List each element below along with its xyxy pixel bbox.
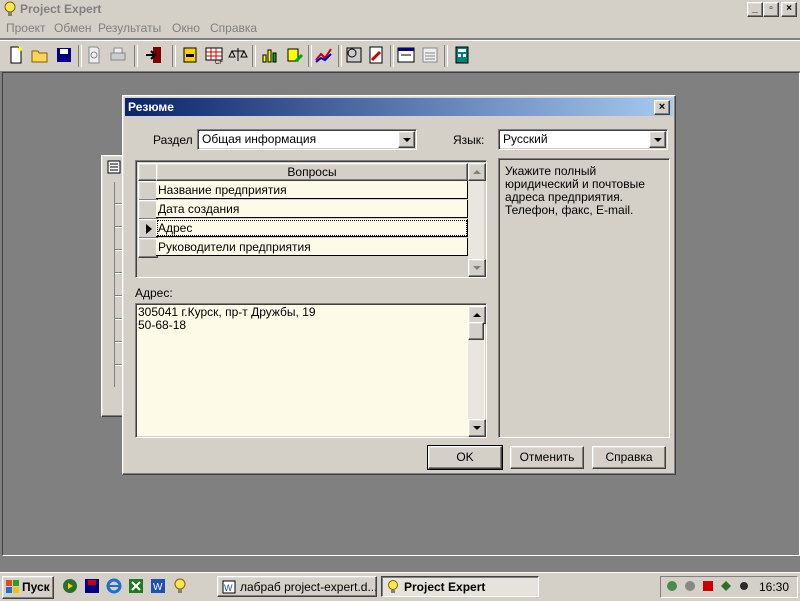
save-disk-icon[interactable] (84, 578, 100, 594)
answer-text: 305041 г.Курск, пр-т Дружбы, 19 50-68-18 (138, 305, 316, 332)
scroll-down-button[interactable] (468, 259, 486, 277)
menu-project[interactable]: Проект (6, 21, 46, 35)
word-icon[interactable]: W (150, 578, 166, 594)
lightbulb-icon (388, 580, 398, 593)
start-label: Пуск (22, 580, 50, 594)
questions-grid: Вопросы Название предприятия Дата создан… (135, 160, 487, 278)
window-icon[interactable] (396, 45, 416, 65)
question-row[interactable]: Дата создания (156, 200, 468, 218)
bar-chart-icon[interactable] (260, 45, 280, 65)
row-indicator[interactable] (138, 200, 158, 220)
svg-text:CF: CF (215, 60, 223, 65)
section-combobox[interactable]: Общая информация (197, 129, 417, 150)
task-label: лабраб project-expert.d... (240, 580, 377, 594)
task-label: Project Expert (404, 580, 486, 594)
windows-logo-icon (6, 580, 19, 593)
minimize-button[interactable]: _ (747, 2, 763, 17)
analysis-icon[interactable] (344, 45, 364, 65)
toolbar: CF (0, 40, 800, 72)
report-icon[interactable] (366, 45, 386, 65)
chevron-down-icon[interactable] (649, 131, 666, 148)
main-title-bar[interactable]: Project Expert _ ▫ × (0, 0, 800, 18)
question-row[interactable]: Руководители предприятия (156, 238, 468, 256)
section-label: Раздел (153, 133, 193, 147)
report-edit-icon[interactable] (284, 45, 304, 65)
taskbar-item-word-document[interactable]: W лабраб project-expert.d... (217, 576, 377, 597)
grid-corner (138, 163, 158, 181)
answer-label: Адрес: (135, 286, 173, 300)
project-expert-quicklaunch-icon[interactable] (172, 578, 188, 594)
word-document-icon: W (222, 580, 236, 594)
balance-icon[interactable] (228, 45, 248, 65)
window-title: Project Expert (20, 2, 102, 16)
question-row-selected[interactable]: Адрес (156, 219, 468, 237)
svg-text:W: W (224, 583, 233, 593)
menu-exchange[interactable]: Обмен (54, 21, 92, 35)
volume-icon[interactable] (683, 579, 697, 593)
system-tray: 16:30 (660, 576, 798, 598)
line-chart-icon[interactable] (314, 45, 334, 65)
document-icon (107, 160, 121, 174)
bug-icon[interactable] (737, 579, 751, 593)
language-label: Язык: (453, 133, 485, 147)
chevron-down-icon[interactable] (398, 131, 415, 148)
start-button[interactable]: Пуск (2, 576, 54, 599)
excel-icon[interactable] (128, 578, 144, 594)
row-indicator[interactable] (138, 238, 158, 258)
section-value: Общая информация (202, 132, 317, 146)
network-icon[interactable] (665, 579, 679, 593)
menu-bar: Проект Обмен Результаты Окно Справка (0, 18, 800, 38)
language-value: Русский (503, 132, 548, 146)
cancel-button[interactable]: Отменить (510, 446, 584, 469)
grid-scrollbar[interactable] (468, 163, 486, 277)
question-row[interactable]: Название предприятия (156, 181, 468, 199)
hint-text: Укажите полный юридический и почтовые ад… (505, 164, 645, 217)
clock: 16:30 (758, 580, 789, 594)
dialog-close-button[interactable]: × (654, 100, 670, 115)
language-combobox[interactable]: Русский (498, 129, 668, 150)
menu-results[interactable]: Результаты (98, 21, 161, 35)
internet-explorer-icon[interactable] (106, 578, 122, 594)
grid-header[interactable]: Вопросы (156, 163, 468, 181)
answer-textarea[interactable]: 305041 г.Курск, пр-т Дружбы, 19 50-68-18 (135, 303, 487, 438)
row-indicator[interactable] (138, 181, 158, 201)
module-icon[interactable] (180, 45, 200, 65)
print-icon[interactable] (108, 45, 128, 65)
exit-icon[interactable] (144, 45, 164, 65)
scroll-thumb[interactable] (468, 322, 484, 340)
svg-text:W: W (153, 582, 163, 593)
answer-scrollbar[interactable] (468, 306, 486, 437)
restore-button[interactable]: ▫ (763, 2, 779, 17)
media-player-icon[interactable] (62, 578, 78, 594)
taskbar: Пуск W W лабраб project-expert.d... Proj… (0, 572, 800, 601)
security-icon[interactable] (719, 579, 733, 593)
summary-dialog: Резюме × Раздел Общая информация Язык: Р… (122, 95, 676, 475)
cashflow-table-icon[interactable]: CF (204, 45, 224, 66)
dialog-title: Резюме (128, 100, 174, 114)
notes-icon[interactable] (420, 45, 440, 65)
new-file-icon[interactable] (6, 45, 26, 65)
scroll-up-button[interactable] (468, 163, 486, 181)
save-icon[interactable] (54, 45, 74, 65)
lightbulb-icon (4, 1, 16, 16)
ok-button[interactable]: OK (427, 445, 503, 470)
hint-panel: Укажите полный юридический и почтовые ад… (498, 158, 670, 438)
close-button[interactable]: × (781, 2, 797, 17)
menu-window[interactable]: Окно (172, 21, 200, 35)
current-row-indicator[interactable] (138, 219, 158, 239)
taskbar-item-project-expert[interactable]: Project Expert (381, 576, 539, 597)
scroll-down-button[interactable] (468, 419, 486, 437)
dialog-title-bar[interactable]: Резюме × (125, 98, 673, 116)
print-preview-icon[interactable] (84, 45, 104, 65)
menu-help[interactable]: Справка (210, 21, 257, 35)
open-folder-icon[interactable] (30, 45, 50, 65)
calculator-icon[interactable] (452, 45, 472, 65)
antivirus-icon[interactable] (701, 579, 715, 593)
help-button[interactable]: Справка (592, 446, 666, 469)
